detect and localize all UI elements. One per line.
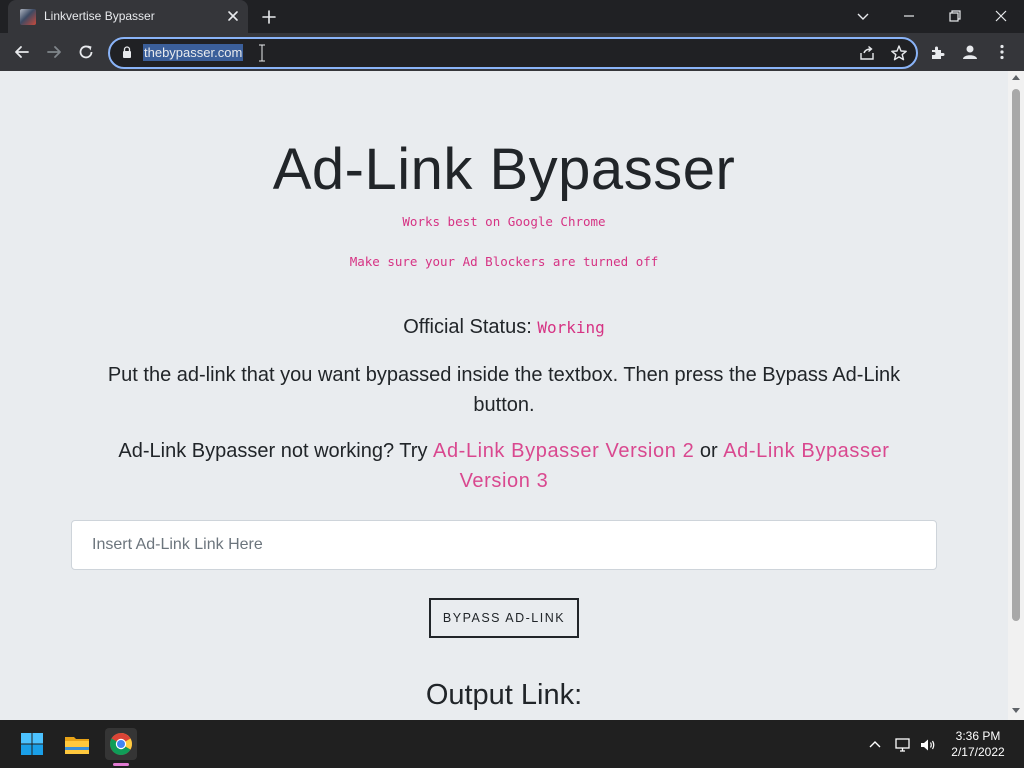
system-clock[interactable]: 3:36 PM 2/17/2022 [940, 728, 1016, 760]
chrome-icon [110, 733, 132, 755]
reload-icon[interactable] [76, 42, 96, 62]
page-scrollbar[interactable] [1008, 71, 1024, 720]
lock-icon[interactable] [120, 45, 134, 59]
star-icon[interactable] [890, 44, 908, 62]
scroll-down-icon[interactable] [1012, 708, 1020, 713]
output-link-heading: Output Link: [425, 679, 583, 711]
clock-date: 2/17/2022 [951, 745, 1005, 759]
bypasser-v2-link[interactable]: Ad-Link Bypasser Version 2 [433, 440, 694, 462]
clock-time: 3:36 PM [955, 729, 1001, 743]
back-arrow-icon[interactable] [12, 42, 32, 62]
alt-or-text: or [699, 440, 718, 462]
volume-icon[interactable] [919, 736, 937, 754]
windows-taskbar: 3:36 PM 2/17/2022 [0, 720, 1024, 768]
tab-favicon [20, 9, 36, 25]
official-status: Official Status: Working [0, 316, 1008, 339]
plus-icon[interactable] [260, 8, 278, 26]
scroll-up-icon[interactable] [1012, 75, 1020, 80]
text-cursor-icon [259, 44, 265, 62]
alt-prefix-text: Ad-Link Bypasser not working? Try [118, 440, 428, 462]
close-icon[interactable] [225, 8, 241, 24]
chrome-note: Works best on Google Chrome [402, 214, 606, 229]
chevron-down-icon[interactable] [853, 6, 873, 26]
forward-arrow-icon[interactable] [44, 42, 64, 62]
chevron-up-icon[interactable] [866, 736, 884, 754]
minimize-icon[interactable] [899, 6, 919, 26]
address-bar[interactable]: thebypasser.com [108, 37, 918, 69]
tab-title: Linkvertise Bypasser [44, 9, 155, 23]
share-icon[interactable] [858, 44, 876, 62]
active-app-indicator [113, 763, 129, 766]
status-label: Official Status: [403, 316, 532, 338]
url-text[interactable]: thebypasser.com [143, 44, 244, 61]
page-title: Ad-Link Bypasser [272, 137, 736, 202]
windows-start-icon[interactable] [16, 728, 48, 760]
bypass-button[interactable]: BYPASS AD-LINK [429, 598, 579, 638]
page-content: Ad-Link Bypasser Works best on Google Ch… [0, 71, 1008, 720]
status-value: Working [537, 318, 605, 337]
ad-link-input[interactable] [71, 520, 937, 570]
chrome-taskbar-button[interactable] [105, 728, 137, 760]
window-close-icon[interactable] [991, 6, 1011, 26]
extensions-icon[interactable] [928, 42, 948, 62]
profile-icon[interactable] [960, 42, 980, 62]
browser-toolbar: thebypasser.com [0, 33, 1024, 71]
instructions-text: Put the ad-link that you want bypassed i… [107, 364, 901, 416]
browser-titlebar: Linkvertise Bypasser [0, 0, 1024, 33]
restore-icon[interactable] [945, 6, 965, 26]
adblock-note: Make sure your Ad Blockers are turned of… [349, 254, 659, 269]
browser-tab-active[interactable]: Linkvertise Bypasser [8, 0, 248, 33]
scrollbar-thumb[interactable] [1012, 89, 1020, 621]
alternative-links: Ad-Link Bypasser not working? Try Ad-Lin… [80, 436, 928, 496]
kebab-menu-icon[interactable] [992, 42, 1012, 62]
network-icon[interactable] [894, 736, 912, 754]
file-explorer-icon[interactable] [61, 728, 93, 760]
